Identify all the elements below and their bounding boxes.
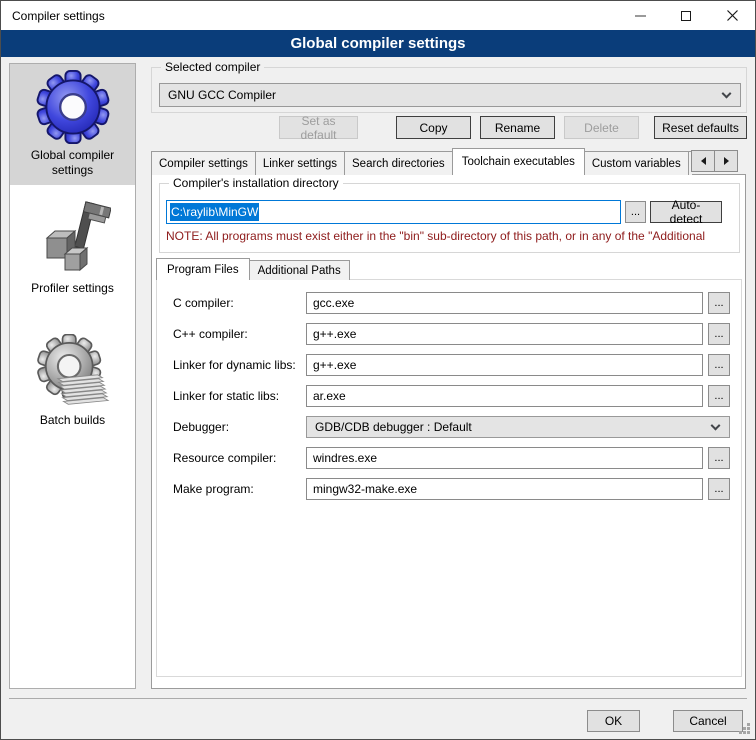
sidebar-item-label: Batch builds [36,410,109,435]
installation-directory-group: Compiler's installation directory C:\ray… [159,183,740,253]
selected-compiler-value: GNU GCC Compiler [160,88,276,102]
toolchain-executables-pane: Compiler's installation directory C:\ray… [151,174,746,689]
settings-tab-bar: Compiler settings Linker settings Search… [151,148,692,175]
linker-dynamic-input[interactable]: g++.exe [306,354,703,376]
dialog-banner: Global compiler settings [1,30,755,57]
tab-linker-settings[interactable]: Linker settings [255,151,345,175]
debugger-value: GDB/CDB debugger : Default [307,420,472,434]
cancel-button[interactable]: Cancel [673,710,743,732]
c-compiler-input[interactable]: gcc.exe [306,292,703,314]
footer-divider [9,698,747,699]
tab-scroll-right-button[interactable] [714,150,738,172]
banner-title: Global compiler settings [290,35,465,52]
program-files-pane: C compiler: gcc.exe ... C++ compiler: g+… [156,279,742,677]
resize-grip[interactable] [747,731,750,734]
program-files-tab-bar: Program Files Additional Paths [156,258,349,280]
c-compiler-browse-button[interactable]: ... [708,292,730,314]
auto-detect-button[interactable]: Auto-detect [650,201,722,223]
linker-static-input[interactable]: ar.exe [306,385,703,407]
make-program-label: Make program: [173,482,254,496]
delete-button[interactable]: Delete [564,116,639,139]
sidebar-item-batch-builds[interactable]: Batch builds [10,329,135,435]
linker-static-label: Linker for static libs: [173,389,279,403]
reset-defaults-button[interactable]: Reset defaults [654,116,747,139]
gear-stack-icon [35,334,111,410]
cpp-compiler-input[interactable]: g++.exe [306,323,703,345]
directory-browse-button[interactable]: ... [625,201,646,223]
arrow-right-icon [724,157,729,165]
tab-toolchain-executables[interactable]: Toolchain executables [452,148,585,175]
debugger-dropdown[interactable]: GDB/CDB debugger : Default [306,416,730,438]
field-row: Resource compiler: windres.exe ... [157,447,741,469]
sidebar-item-profiler-settings[interactable]: Profiler settings [10,195,135,303]
resource-compiler-browse-button[interactable]: ... [708,447,730,469]
compiler-directory-value: C:\raylib\MinGW [170,203,259,221]
c-compiler-label: C compiler: [173,296,234,310]
field-row: C++ compiler: g++.exe ... [157,323,741,345]
resource-compiler-input[interactable]: windres.exe [306,447,703,469]
chevron-down-icon [711,421,721,431]
linker-dynamic-browse-button[interactable]: ... [708,354,730,376]
rename-button[interactable]: Rename [480,116,555,139]
compiler-directory-input[interactable]: C:\raylib\MinGW [166,200,621,224]
installation-directory-group-label: Compiler's installation directory [169,176,343,190]
close-button[interactable] [709,1,755,30]
window-title: Compiler settings [12,9,105,23]
tab-compiler-settings[interactable]: Compiler settings [151,151,256,175]
settings-category-list: Global compiler settings [9,63,136,689]
close-icon [727,10,738,21]
selected-compiler-dropdown[interactable]: GNU GCC Compiler [159,83,741,107]
set-as-default-button[interactable]: Set as default [279,116,358,139]
field-row: Linker for dynamic libs: g++.exe ... [157,354,741,376]
cpp-compiler-browse-button[interactable]: ... [708,323,730,345]
window-controls [617,1,755,30]
tab-custom-variables[interactable]: Custom variables [584,151,689,175]
subtab-program-files[interactable]: Program Files [156,258,250,280]
gear-blue-icon [35,69,111,145]
ok-button[interactable]: OK [587,710,640,732]
chevron-down-icon [722,89,732,99]
field-row: Make program: mingw32-make.exe ... [157,478,741,500]
bin-subdirectory-note: NOTE: All programs must exist either in … [166,229,736,243]
cpp-compiler-label: C++ compiler: [173,327,248,341]
field-row: Linker for static libs: ar.exe ... [157,385,741,407]
minimize-icon [635,15,646,17]
linker-static-browse-button[interactable]: ... [708,385,730,407]
linker-dynamic-label: Linker for dynamic libs: [173,358,296,372]
maximize-icon [681,11,691,21]
caliper-icon [35,200,111,278]
tab-scroll-buttons [692,150,738,172]
subtab-additional-paths[interactable]: Additional Paths [249,260,350,280]
title-bar: Compiler settings [1,1,755,30]
copy-button[interactable]: Copy [396,116,471,139]
sidebar-item-label: Profiler settings [27,278,118,303]
tab-search-directories[interactable]: Search directories [344,151,453,175]
arrow-left-icon [701,157,706,165]
debugger-label: Debugger: [173,420,229,434]
field-row: Debugger: GDB/CDB debugger : Default [157,416,741,438]
field-row: C compiler: gcc.exe ... [157,292,741,314]
make-program-input[interactable]: mingw32-make.exe [306,478,703,500]
selected-compiler-group: Selected compiler GNU GCC Compiler [151,67,747,113]
resource-compiler-label: Resource compiler: [173,451,276,465]
compiler-settings-dialog: Compiler settings Global compiler settin… [0,0,756,740]
sidebar-item-label: Global compiler settings [23,145,123,185]
selected-compiler-group-label: Selected compiler [161,60,264,74]
minimize-button[interactable] [617,1,663,30]
sidebar-item-global-compiler-settings[interactable]: Global compiler settings [10,64,135,185]
make-program-browse-button[interactable]: ... [708,478,730,500]
maximize-button[interactable] [663,1,709,30]
tab-scroll-left-button[interactable] [691,150,715,172]
